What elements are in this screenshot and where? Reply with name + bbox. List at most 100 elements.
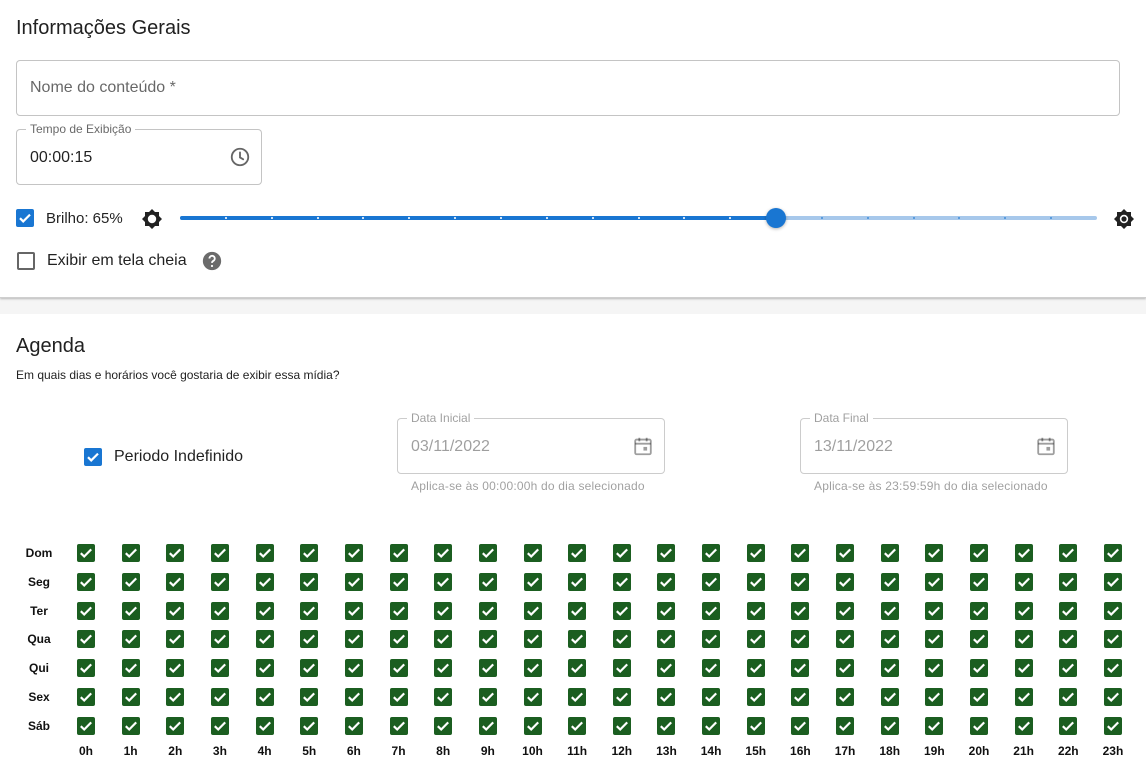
schedule-checkbox[interactable]: [77, 630, 95, 649]
schedule-checkbox[interactable]: [1014, 601, 1033, 620]
schedule-checkbox[interactable]: [1014, 716, 1033, 735]
schedule-checkbox[interactable]: [166, 601, 185, 620]
schedule-checkbox[interactable]: [612, 601, 631, 620]
schedule-checkbox[interactable]: [166, 659, 185, 678]
schedule-checkbox[interactable]: [1059, 630, 1078, 649]
schedule-checkbox[interactable]: [1014, 659, 1033, 678]
schedule-checkbox[interactable]: [746, 601, 765, 620]
schedule-checkbox[interactable]: [434, 716, 453, 735]
schedule-checkbox[interactable]: [880, 716, 899, 735]
schedule-checkbox[interactable]: [791, 572, 810, 591]
schedule-checkbox[interactable]: [166, 544, 185, 562]
schedule-checkbox[interactable]: [568, 630, 587, 649]
schedule-checkbox[interactable]: [121, 716, 140, 735]
schedule-checkbox[interactable]: [1103, 630, 1122, 649]
schedule-checkbox[interactable]: [300, 716, 319, 735]
schedule-checkbox[interactable]: [925, 716, 944, 735]
schedule-checkbox[interactable]: [791, 688, 810, 706]
schedule-checkbox[interactable]: [210, 601, 229, 620]
schedule-checkbox[interactable]: [791, 630, 810, 649]
schedule-checkbox[interactable]: [344, 572, 363, 591]
schedule-checkbox[interactable]: [657, 659, 676, 678]
schedule-checkbox[interactable]: [702, 716, 721, 735]
schedule-checkbox[interactable]: [300, 630, 319, 649]
schedule-checkbox[interactable]: [121, 688, 140, 706]
schedule-checkbox[interactable]: [836, 630, 855, 649]
schedule-checkbox[interactable]: [255, 659, 274, 678]
schedule-checkbox[interactable]: [791, 601, 810, 620]
schedule-checkbox[interactable]: [77, 716, 95, 735]
schedule-checkbox[interactable]: [568, 544, 587, 562]
schedule-checkbox[interactable]: [791, 716, 810, 735]
schedule-checkbox[interactable]: [77, 544, 95, 562]
schedule-checkbox[interactable]: [77, 601, 95, 620]
schedule-checkbox[interactable]: [925, 659, 944, 678]
schedule-checkbox[interactable]: [1014, 688, 1033, 706]
schedule-checkbox[interactable]: [746, 688, 765, 706]
schedule-checkbox[interactable]: [1103, 601, 1122, 620]
start-date-field[interactable]: Data Inicial 03/11/2022: [397, 411, 665, 474]
schedule-checkbox[interactable]: [836, 601, 855, 620]
schedule-checkbox[interactable]: [1059, 659, 1078, 678]
schedule-checkbox[interactable]: [702, 630, 721, 649]
schedule-checkbox[interactable]: [434, 572, 453, 591]
schedule-checkbox[interactable]: [568, 688, 587, 706]
schedule-checkbox[interactable]: [925, 688, 944, 706]
schedule-checkbox[interactable]: [880, 630, 899, 649]
schedule-checkbox[interactable]: [210, 716, 229, 735]
schedule-checkbox[interactable]: [791, 659, 810, 678]
schedule-checkbox[interactable]: [612, 572, 631, 591]
schedule-checkbox[interactable]: [880, 544, 899, 562]
schedule-checkbox[interactable]: [478, 544, 497, 562]
schedule-checkbox[interactable]: [1059, 688, 1078, 706]
schedule-checkbox[interactable]: [389, 659, 408, 678]
schedule-checkbox[interactable]: [1059, 572, 1078, 591]
schedule-checkbox[interactable]: [389, 688, 408, 706]
schedule-checkbox[interactable]: [970, 716, 988, 735]
schedule-checkbox[interactable]: [1014, 630, 1033, 649]
calendar-icon[interactable]: [632, 435, 654, 462]
schedule-checkbox[interactable]: [791, 544, 810, 562]
schedule-checkbox[interactable]: [478, 659, 497, 678]
schedule-checkbox[interactable]: [925, 630, 944, 649]
end-date-field[interactable]: Data Final 13/11/2022: [800, 411, 1068, 474]
schedule-checkbox[interactable]: [836, 544, 855, 562]
schedule-checkbox[interactable]: [166, 630, 185, 649]
schedule-checkbox[interactable]: [746, 630, 765, 649]
schedule-checkbox[interactable]: [836, 572, 855, 591]
schedule-checkbox[interactable]: [1014, 572, 1033, 591]
schedule-checkbox[interactable]: [210, 572, 229, 591]
schedule-checkbox[interactable]: [389, 572, 408, 591]
schedule-checkbox[interactable]: [389, 630, 408, 649]
schedule-checkbox[interactable]: [523, 630, 542, 649]
schedule-checkbox[interactable]: [1103, 572, 1122, 591]
content-name-field[interactable]: Nome do conteúdo *: [16, 60, 1120, 116]
schedule-checkbox[interactable]: [77, 688, 95, 706]
schedule-checkbox[interactable]: [523, 601, 542, 620]
schedule-checkbox[interactable]: [478, 716, 497, 735]
schedule-checkbox[interactable]: [255, 716, 274, 735]
schedule-checkbox[interactable]: [568, 601, 587, 620]
schedule-checkbox[interactable]: [300, 659, 319, 678]
schedule-checkbox[interactable]: [836, 688, 855, 706]
schedule-checkbox[interactable]: [836, 659, 855, 678]
schedule-checkbox[interactable]: [389, 544, 408, 562]
brightness-slider-thumb[interactable]: [766, 208, 787, 228]
brightness-checkbox[interactable]: [16, 209, 34, 227]
schedule-checkbox[interactable]: [836, 716, 855, 735]
schedule-checkbox[interactable]: [1059, 544, 1078, 562]
schedule-checkbox[interactable]: [657, 572, 676, 591]
help-icon[interactable]: [201, 250, 223, 277]
schedule-checkbox[interactable]: [702, 688, 721, 706]
schedule-checkbox[interactable]: [255, 601, 274, 620]
schedule-checkbox[interactable]: [478, 601, 497, 620]
schedule-checkbox[interactable]: [166, 716, 185, 735]
schedule-checkbox[interactable]: [702, 544, 721, 562]
schedule-checkbox[interactable]: [612, 544, 631, 562]
calendar-icon[interactable]: [1035, 435, 1057, 462]
schedule-checkbox[interactable]: [77, 572, 95, 591]
schedule-checkbox[interactable]: [970, 659, 988, 678]
schedule-checkbox[interactable]: [344, 630, 363, 649]
display-time-field[interactable]: Tempo de Exibição 00:00:15: [16, 122, 262, 185]
schedule-checkbox[interactable]: [255, 572, 274, 591]
